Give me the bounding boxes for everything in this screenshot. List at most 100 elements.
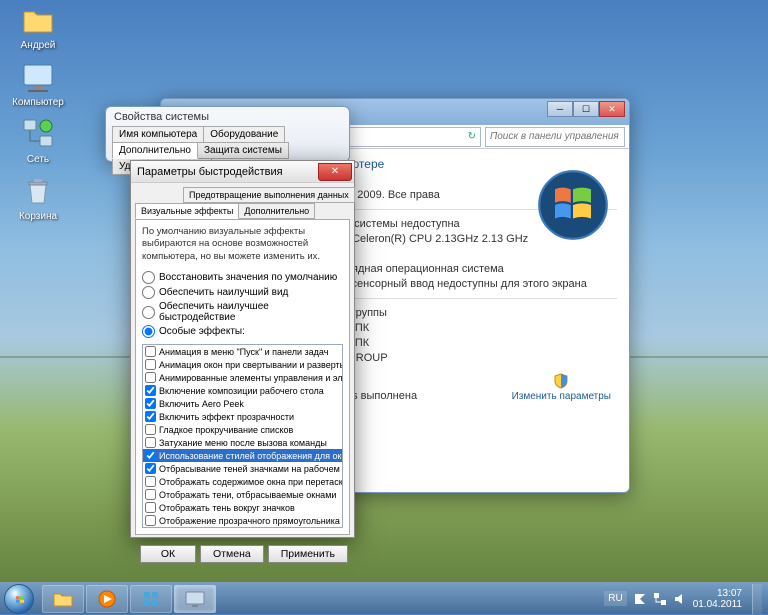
effect-item[interactable]: Гладкое прокручивание списков — [143, 423, 342, 436]
effects-listbox[interactable]: Анимация в меню "Пуск" и панели задач Ани… — [142, 344, 343, 528]
clock[interactable]: 13:07 01.04.2011 — [693, 588, 742, 610]
action-center-icon[interactable] — [633, 592, 647, 606]
radio-input[interactable] — [142, 271, 155, 284]
radio-input[interactable] — [142, 286, 155, 299]
show-desktop-button[interactable] — [752, 584, 762, 614]
window-title: Параметры быстродействия — [137, 166, 283, 178]
recycle-bin[interactable]: Корзина — [6, 173, 70, 222]
tab-dep[interactable]: Предотвращение выполнения данных — [183, 187, 355, 203]
workgroup-value: WORKGROUP — [313, 352, 617, 364]
start-button[interactable] — [0, 583, 38, 615]
effect-checkbox[interactable] — [145, 385, 156, 396]
effect-label: Отбрасывание теней значками на рабочем с… — [159, 464, 343, 474]
user-folder-icon — [20, 2, 56, 38]
radio-option-0[interactable]: Восстановить значения по умолчанию — [142, 271, 343, 284]
effect-checkbox[interactable] — [145, 450, 156, 461]
effect-item[interactable]: Отображать тени, отбрасываемые окнами — [143, 488, 342, 501]
radio-option-3[interactable]: Особые эффекты: — [142, 325, 343, 338]
effect-checkbox[interactable] — [145, 489, 156, 500]
effect-checkbox[interactable] — [145, 476, 156, 487]
radio-input[interactable] — [142, 325, 155, 338]
taskbar-app-button[interactable] — [130, 585, 172, 613]
desktop-icon-label: Корзина — [19, 211, 57, 222]
effect-checkbox[interactable] — [145, 398, 156, 409]
effect-item[interactable]: Включить эффект прозрачности — [143, 410, 342, 423]
volume-icon[interactable] — [673, 592, 687, 606]
effect-checkbox[interactable] — [145, 463, 156, 474]
radio-option-1[interactable]: Обеспечить наилучший вид — [142, 286, 343, 299]
effect-checkbox[interactable] — [145, 437, 156, 448]
effect-label: Включение композиции рабочего стола — [159, 386, 324, 396]
radio-label: Обеспечить наилучшее быстродействие — [159, 301, 343, 323]
computer-icon — [20, 59, 56, 95]
effect-label: Использование стилей отображения для око… — [159, 451, 343, 461]
taskbar-control-panel-button[interactable] — [174, 585, 216, 613]
taskbar-explorer-button[interactable] — [42, 585, 84, 613]
minimize-button[interactable]: ─ — [547, 101, 573, 117]
effect-item[interactable]: Отображение прозрачного прямоугольника в… — [143, 514, 342, 527]
window-title[interactable]: Свойства системы — [106, 107, 349, 127]
effect-item[interactable]: Использование стилей отображения для око… — [143, 449, 342, 462]
date-text: 01.04.2011 — [693, 599, 742, 610]
network-tray-icon[interactable] — [653, 592, 667, 606]
close-button[interactable]: ✕ — [318, 163, 352, 181]
taskbar: RU 13:07 01.04.2011 — [0, 582, 768, 614]
desktop-icon-label: Андрей — [21, 40, 56, 51]
effect-checkbox[interactable] — [145, 411, 156, 422]
effect-checkbox[interactable] — [145, 424, 156, 435]
effect-item[interactable]: Анимация в меню "Пуск" и панели задач — [143, 345, 342, 358]
tab-visual-effects[interactable]: Визуальные эффекты — [135, 203, 239, 219]
tab-защита-системы[interactable]: Защита системы — [197, 142, 289, 159]
effect-checkbox[interactable] — [145, 359, 156, 370]
effect-item[interactable]: Отбрасывание теней значками на рабочем с… — [143, 462, 342, 475]
refresh-icon[interactable]: ↻ — [468, 131, 476, 142]
user-folder[interactable]: Андрей — [6, 2, 70, 51]
effect-label: Анимированные элементы управления и элем… — [159, 373, 343, 383]
effect-label: Анимация в меню "Пуск" и панели задач — [159, 347, 328, 357]
tab-имя-компьютера[interactable]: Имя компьютера — [112, 126, 204, 143]
tab-advanced[interactable]: Дополнительно — [238, 203, 315, 219]
effect-label: Гладкое прокручивание списков — [159, 425, 293, 435]
language-indicator[interactable]: RU — [604, 591, 626, 606]
monitor-icon — [184, 590, 206, 608]
app-icon — [141, 589, 161, 609]
effect-item[interactable]: Анимированные элементы управления и элем… — [143, 371, 342, 384]
effect-item[interactable]: Отображать тень вокруг значков — [143, 501, 342, 514]
effect-item[interactable]: Включение композиции рабочего стола — [143, 384, 342, 397]
change-settings-link[interactable]: Изменить параметры — [512, 373, 611, 402]
effect-item[interactable]: Отображение тени под указателем мыши — [143, 527, 342, 528]
desktop-icon-label: Компьютер — [12, 97, 64, 108]
apply-button[interactable]: Применить — [268, 545, 348, 563]
computer[interactable]: Компьютер — [6, 59, 70, 108]
effect-item[interactable]: Отображать содержимое окна при перетаски… — [143, 475, 342, 488]
tab-оборудование[interactable]: Оборудование — [203, 126, 285, 143]
effect-label: Отображение прозрачного прямоугольника в… — [159, 516, 343, 526]
effect-label: Включить Aero Peek — [159, 399, 244, 409]
window-titlebar[interactable]: Параметры быстродействия ✕ — [131, 161, 354, 183]
ok-button[interactable]: ОК — [140, 545, 196, 563]
effect-checkbox[interactable] — [145, 515, 156, 526]
computer-name-value: Андрей-ПК — [313, 322, 617, 334]
effect-checkbox[interactable] — [145, 346, 156, 357]
search-input[interactable] — [485, 127, 625, 147]
effect-label: Анимация окон при свертывании и разверты… — [159, 360, 343, 370]
folder-icon — [52, 590, 74, 608]
cancel-button[interactable]: Отмена — [200, 545, 264, 563]
recycle-bin-icon — [20, 173, 56, 209]
pen-value: Перо и сенсорный ввод недоступны для это… — [313, 278, 617, 290]
taskbar-wmp-button[interactable] — [86, 585, 128, 613]
maximize-button[interactable]: ☐ — [573, 101, 599, 117]
effect-item[interactable]: Затухание меню после вызова команды — [143, 436, 342, 449]
effect-checkbox[interactable] — [145, 372, 156, 383]
effect-item[interactable]: Включить Aero Peek — [143, 397, 342, 410]
network[interactable]: Сеть — [6, 116, 70, 165]
effect-checkbox[interactable] — [145, 502, 156, 513]
tab-дополнительно[interactable]: Дополнительно — [112, 142, 198, 159]
radio-label: Обеспечить наилучший вид — [159, 287, 288, 298]
system-properties-window: Свойства системы Имя компьютераОборудова… — [105, 106, 350, 162]
close-button[interactable]: ✕ — [599, 101, 625, 117]
radio-option-2[interactable]: Обеспечить наилучшее быстродействие — [142, 301, 343, 323]
effect-item[interactable]: Анимация окон при свертывании и разверты… — [143, 358, 342, 371]
radio-input[interactable] — [142, 306, 155, 319]
radio-label: Особые эффекты: — [159, 326, 245, 337]
